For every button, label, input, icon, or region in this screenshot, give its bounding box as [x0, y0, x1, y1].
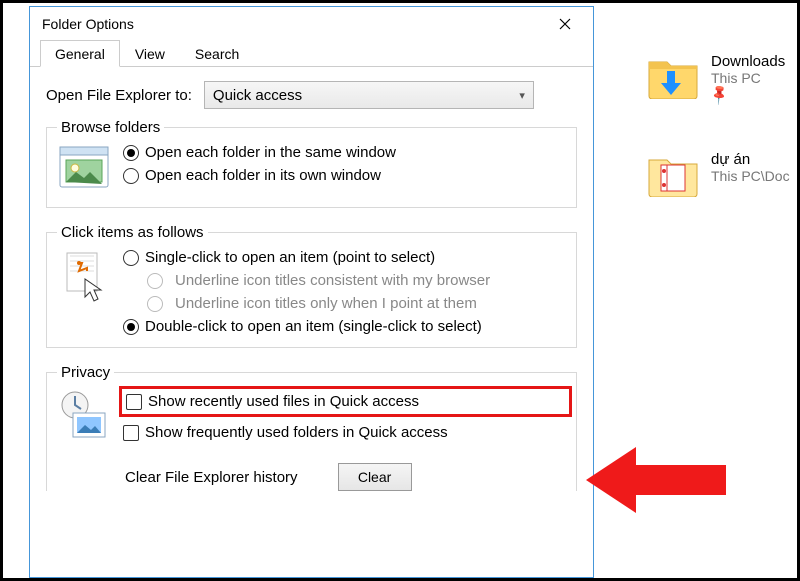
browse-illustration-icon [57, 144, 111, 195]
privacy-illustration-icon [57, 389, 111, 446]
check-frequent-folders[interactable]: Show frequently used folders in Quick ac… [123, 424, 566, 441]
privacy-legend: Privacy [57, 364, 114, 381]
explorer-item-name: Downloads [711, 53, 785, 70]
radio-own-window[interactable]: Open each folder in its own window [123, 167, 566, 184]
privacy-group: Privacy Show recently used [46, 364, 577, 491]
click-items-group: Click items as follows [46, 224, 577, 348]
open-explorer-dropdown[interactable]: Quick access ▾ [204, 81, 534, 109]
tabstrip: General View Search [30, 39, 593, 67]
explorer-item-sub: This PC\Doc [711, 168, 790, 184]
check-recent-files[interactable]: Show recently used files in Quick access [126, 393, 563, 410]
radio-input[interactable] [123, 168, 139, 184]
click-illustration-icon [57, 249, 111, 310]
folder-icon [647, 151, 699, 197]
close-button[interactable] [543, 9, 587, 39]
radio-input[interactable] [123, 250, 139, 266]
annotation-arrow-icon [586, 445, 726, 515]
checkbox-input[interactable] [123, 425, 139, 441]
open-explorer-label: Open File Explorer to: [46, 87, 192, 104]
radio-input[interactable] [123, 319, 139, 335]
dialog-title: Folder Options [42, 16, 543, 32]
radio-input [147, 273, 163, 289]
radio-input[interactable] [123, 145, 139, 161]
radio-underline-point: Underline icon titles only when I point … [147, 295, 566, 312]
radio-underline-browser: Underline icon titles consistent with my… [147, 272, 566, 289]
checkbox-input[interactable] [126, 394, 142, 410]
radio-input [147, 296, 163, 312]
folder-options-dialog: Folder Options General View Search Open … [29, 6, 594, 578]
click-legend: Click items as follows [57, 224, 208, 241]
clear-history-label: Clear File Explorer history [125, 469, 298, 486]
radio-same-window[interactable]: Open each folder in the same window [123, 144, 566, 161]
tab-search[interactable]: Search [180, 40, 254, 67]
radio-single-click[interactable]: Single-click to open an item (point to s… [123, 249, 566, 266]
folder-icon [647, 53, 699, 99]
explorer-item-name: dự án [711, 151, 790, 168]
explorer-item-duan[interactable]: dự án This PC\Doc [647, 151, 790, 197]
explorer-item-downloads[interactable]: Downloads This PC 📌 [647, 53, 785, 103]
titlebar: Folder Options [30, 7, 593, 41]
dropdown-value: Quick access [213, 87, 302, 104]
tab-view[interactable]: View [120, 40, 180, 67]
browse-legend: Browse folders [57, 119, 164, 136]
pin-icon: 📌 [708, 82, 732, 106]
tab-general[interactable]: General [40, 40, 120, 67]
clear-button[interactable]: Clear [338, 463, 412, 491]
browse-folders-group: Browse folders Open each folder in the s… [46, 119, 577, 208]
chevron-down-icon: ▾ [519, 89, 525, 102]
highlight-box: Show recently used files in Quick access [119, 386, 572, 417]
radio-double-click[interactable]: Double-click to open an item (single-cli… [123, 318, 566, 335]
